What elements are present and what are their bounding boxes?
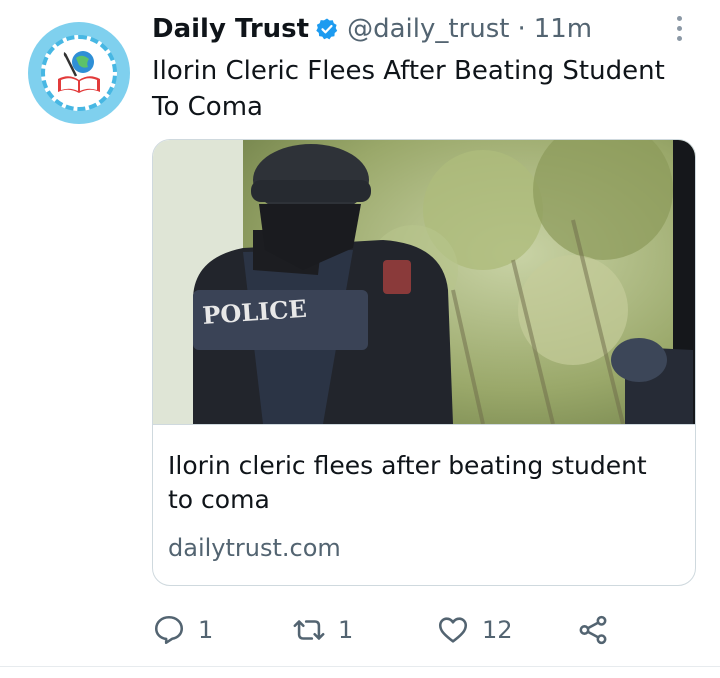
- verified-badge-icon: [315, 17, 339, 41]
- reply-button[interactable]: 1: [152, 610, 213, 650]
- tweet-timestamp[interactable]: 11m: [534, 14, 592, 44]
- share-button[interactable]: [576, 610, 610, 650]
- logo-book-globe-icon: [58, 51, 100, 93]
- reply-icon: [154, 615, 184, 645]
- more-options-icon[interactable]: [667, 12, 691, 44]
- separator-dot: ·: [517, 14, 526, 44]
- daily-trust-logo: [41, 35, 117, 111]
- retweet-button[interactable]: 1: [292, 610, 353, 650]
- link-card[interactable]: POLICE Ilorin cleric flees after beating…: [152, 139, 696, 586]
- avatar[interactable]: [28, 22, 130, 124]
- tweet-text: Ilorin Cleric Flees After Beating Studen…: [152, 56, 665, 122]
- author-handle[interactable]: @daily_trust: [347, 14, 509, 44]
- retweet-icon: [293, 620, 325, 640]
- like-count: 12: [482, 616, 513, 644]
- retweet-count: 1: [338, 616, 354, 644]
- author-name[interactable]: Daily Trust: [152, 14, 309, 44]
- article-image[interactable]: POLICE: [153, 140, 696, 424]
- divider: [0, 666, 720, 667]
- card-title[interactable]: Ilorin cleric flees after beating studen…: [168, 449, 668, 517]
- share-icon: [579, 615, 607, 645]
- reply-count: 1: [198, 616, 214, 644]
- card-body[interactable]: Ilorin cleric flees after beating studen…: [153, 424, 695, 585]
- tweet-actions: 1 1 12: [152, 610, 672, 650]
- tweet-header: Daily Trust @daily_trust · 11m: [152, 10, 592, 48]
- like-icon: [438, 617, 468, 643]
- card-domain[interactable]: dailytrust.com: [168, 534, 341, 562]
- like-button[interactable]: 12: [436, 610, 513, 650]
